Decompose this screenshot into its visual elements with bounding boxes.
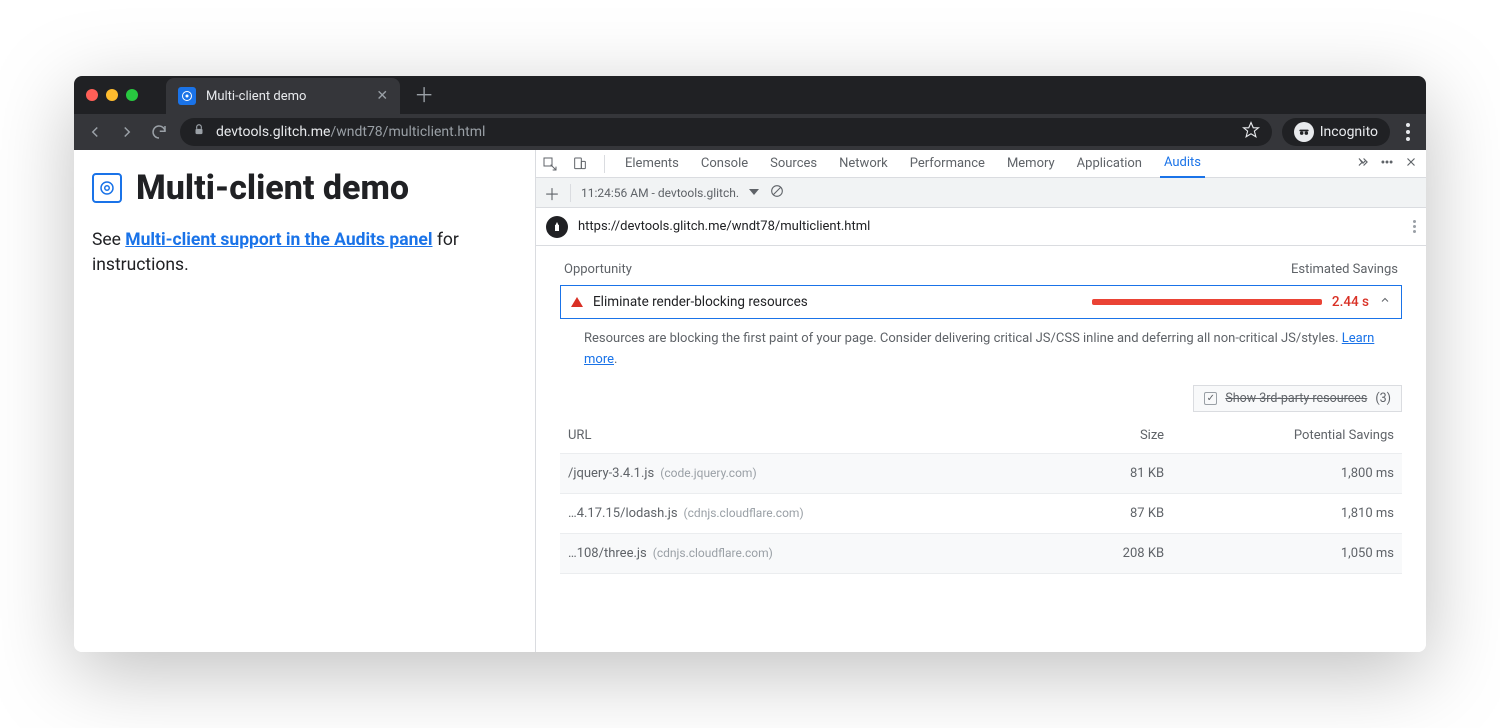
third-party-label: Show 3rd-party resources xyxy=(1225,391,1367,406)
address-bar[interactable]: devtools.glitch.me/wndt78/multiclient.ht… xyxy=(180,118,1272,146)
third-party-toggle[interactable]: ✓ Show 3rd-party resources (3) xyxy=(1193,385,1402,412)
tab-title: Multi-client demo xyxy=(206,89,306,104)
savings-value: 2.44 s xyxy=(1332,294,1369,310)
reload-button[interactable] xyxy=(148,121,170,143)
col-size: Size xyxy=(1058,418,1172,454)
incognito-icon xyxy=(1294,122,1314,142)
maximize-window-icon[interactable] xyxy=(126,89,138,101)
audit-session-label: 11:24:56 AM - devtools.glitch. xyxy=(581,186,739,200)
back-button[interactable] xyxy=(84,121,106,143)
inspect-element-icon[interactable] xyxy=(542,156,558,172)
table-row: /jquery-3.4.1.js(code.jquery.com) 81 KB … xyxy=(560,453,1402,493)
page-title: Multi-client demo xyxy=(136,168,409,208)
table-row: …108/three.js(cdnjs.cloudflare.com) 208 … xyxy=(560,533,1402,573)
tab-memory[interactable]: Memory xyxy=(1003,150,1059,178)
forward-button[interactable] xyxy=(116,121,138,143)
new-audit-button[interactable]: ＋ xyxy=(544,181,560,205)
session-dropdown-icon[interactable] xyxy=(749,186,759,200)
table-row: …4.17.15/lodash.js(cdnjs.cloudflare.com)… xyxy=(560,493,1402,533)
tab-performance[interactable]: Performance xyxy=(906,150,989,178)
col-savings: Potential Savings xyxy=(1172,418,1402,454)
third-party-count: (3) xyxy=(1375,391,1391,406)
resources-table: URL Size Potential Savings /jquery-3.4.1… xyxy=(560,418,1402,574)
instructions-link[interactable]: Multi-client support in the Audits panel xyxy=(125,230,432,250)
browser-tab[interactable]: Multi-client demo ✕ xyxy=(166,78,400,114)
tab-elements[interactable]: Elements xyxy=(621,150,683,178)
opportunity-row[interactable]: Eliminate render-blocking resources 2.44… xyxy=(560,285,1402,319)
estimated-savings-header: Estimated Savings xyxy=(1291,262,1398,277)
incognito-indicator[interactable]: Incognito xyxy=(1282,118,1390,146)
lighthouse-icon xyxy=(546,216,568,238)
opportunity-header: Opportunity xyxy=(564,262,632,277)
devtools-settings-icon[interactable] xyxy=(1380,155,1394,172)
page-body: See Multi-client support in the Audits p… xyxy=(92,228,517,277)
bookmark-star-icon[interactable] xyxy=(1242,121,1260,143)
opportunity-description: Resources are blocking the first paint o… xyxy=(560,319,1402,371)
audit-url: https://devtools.glitch.me/wndt78/multic… xyxy=(578,219,870,234)
browser-menu-button[interactable] xyxy=(1400,123,1416,141)
tab-console[interactable]: Console xyxy=(697,150,752,178)
devtools-panel: Elements Console Sources Network Perform… xyxy=(536,150,1426,652)
audit-url-row: https://devtools.glitch.me/wndt78/multic… xyxy=(536,208,1426,246)
audits-toolbar: ＋ 11:24:56 AM - devtools.glitch. xyxy=(536,178,1426,208)
page-logo-icon xyxy=(92,173,122,203)
col-url: URL xyxy=(560,418,1058,454)
tab-strip: Multi-client demo ✕ ＋ xyxy=(74,76,1426,114)
url-text: devtools.glitch.me/wndt78/multiclient.ht… xyxy=(216,124,485,140)
checkbox-icon[interactable]: ✓ xyxy=(1204,392,1217,405)
new-tab-button[interactable]: ＋ xyxy=(414,85,434,105)
close-window-icon[interactable] xyxy=(86,89,98,101)
devtools-tabs: Elements Console Sources Network Perform… xyxy=(536,150,1426,178)
toolbar: devtools.glitch.me/wndt78/multiclient.ht… xyxy=(74,114,1426,150)
tab-application[interactable]: Application xyxy=(1073,150,1146,178)
incognito-label: Incognito xyxy=(1320,124,1378,140)
tab-sources[interactable]: Sources xyxy=(766,150,821,178)
page-content: Multi-client demo See Multi-client suppo… xyxy=(74,150,536,652)
audit-body: Opportunity Estimated Savings Eliminate … xyxy=(536,246,1426,652)
tab-audits[interactable]: Audits xyxy=(1160,150,1205,178)
window-controls[interactable] xyxy=(86,89,138,101)
audit-menu-icon[interactable] xyxy=(1413,220,1416,233)
device-toolbar-icon[interactable] xyxy=(572,156,588,172)
chevron-up-icon[interactable] xyxy=(1379,294,1391,310)
close-tab-icon[interactable]: ✕ xyxy=(376,88,388,104)
tab-favicon-icon xyxy=(178,87,196,105)
close-devtools-icon[interactable] xyxy=(1404,155,1418,172)
minimize-window-icon[interactable] xyxy=(106,89,118,101)
savings-bar xyxy=(1092,299,1322,305)
more-tabs-icon[interactable] xyxy=(1356,155,1370,172)
browser-window: Multi-client demo ✕ ＋ devtools.glitch.me… xyxy=(74,76,1426,652)
clear-audits-icon[interactable] xyxy=(769,183,785,202)
tab-network[interactable]: Network xyxy=(835,150,892,178)
warning-triangle-icon xyxy=(571,297,583,307)
opportunity-title: Eliminate render-blocking resources xyxy=(593,294,808,310)
lock-icon xyxy=(192,123,206,141)
